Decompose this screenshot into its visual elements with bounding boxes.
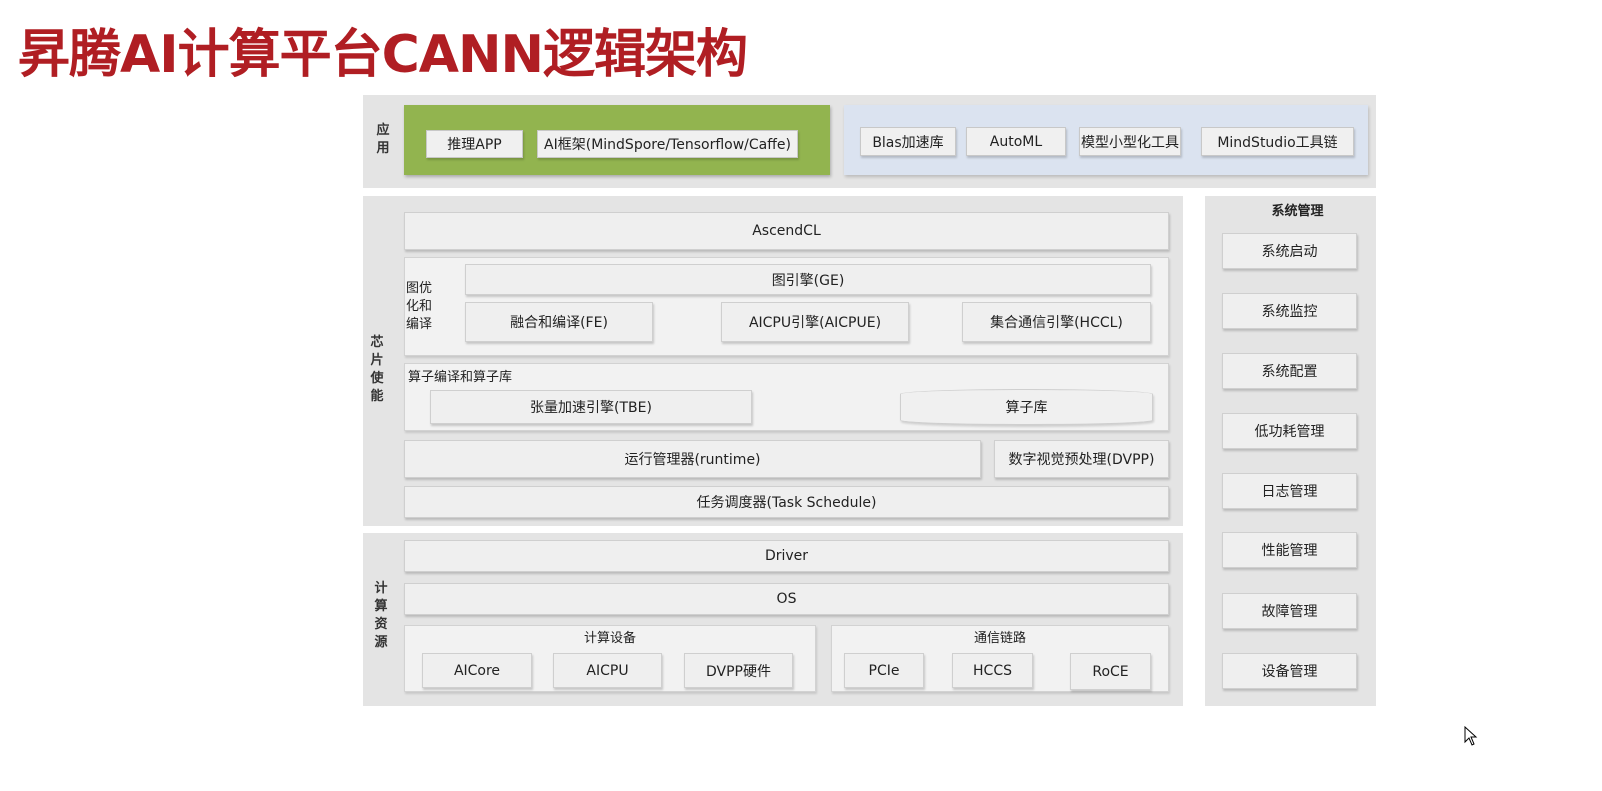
sysmgmt-item: 设备管理 [1222,653,1357,689]
sysmgmt-item: 低功耗管理 [1222,413,1357,449]
ge-box: 图引擎(GE) [465,264,1151,295]
link-roce: RoCE [1070,653,1151,690]
compute-layer-label-text: 计算资源 [374,581,388,650]
driver-box: Driver [404,540,1169,572]
oplib-cylinder: 算子库 [900,389,1153,425]
sysmgmt-item: 性能管理 [1222,532,1357,568]
task-schedule-box: 任务调度器(Task Schedule) [404,486,1169,518]
device-aicpu: AICPU [553,653,662,688]
mouse-cursor-icon [1464,725,1478,750]
app-item-automl: AutoML [966,127,1066,156]
sysmgmt-item: 故障管理 [1222,593,1357,629]
app-layer-label: 应用 [370,122,396,158]
device-aicore: AICore [422,653,532,688]
runtime-box: 运行管理器(runtime) [404,440,981,478]
sysmgmt-label: 系统管理 [1271,204,1324,219]
link-hccs: HCCS [952,653,1033,688]
sysmgmt-item: 日志管理 [1222,473,1357,509]
dvpp-box: 数字视觉预处理(DVPP) [994,440,1169,478]
os-box: OS [404,583,1169,615]
device-dvpp-hw: DVPP硬件 [684,653,793,688]
ascendcl-box: AscendCL [404,212,1169,250]
tbe-box: 张量加速引擎(TBE) [430,390,752,424]
sysmgmt-item: 系统监控 [1222,293,1357,329]
page-title: 昇腾AI计算平台CANN逻辑架构 [18,25,748,85]
devices-label: 计算设备 [583,631,636,646]
hccl-box: 集合通信引擎(HCCL) [962,302,1151,342]
chip-layer-label: 芯片使能 [366,334,388,406]
links-label: 通信链路 [973,631,1026,646]
app-item-inference: 推理APP [426,130,523,158]
sysmgmt-item: 系统启动 [1222,233,1357,269]
app-item-ai-framework: AI框架(MindSpore/Tensorflow/Caffe) [537,130,798,158]
app-item-blas: Blas加速库 [860,127,956,156]
compute-layer-label: 计算资源 [370,580,392,652]
op-group-label: 算子编译和算子库 [408,370,513,385]
sysmgmt-panel [1205,196,1376,706]
chip-layer-label-text: 芯片使能 [370,335,384,404]
aicpue-box: AICPU引擎(AICPUE) [721,302,909,342]
graph-opt-label: 图优化和编译 [406,281,433,332]
app-layer-label-text: 应用 [376,123,390,156]
app-item-mindstudio: MindStudio工具链 [1201,127,1354,156]
fe-box: 融合和编译(FE) [465,302,653,342]
link-pcie: PCIe [844,653,924,688]
app-item-model-compress: 模型小型化工具 [1079,127,1181,156]
sysmgmt-item: 系统配置 [1222,353,1357,389]
